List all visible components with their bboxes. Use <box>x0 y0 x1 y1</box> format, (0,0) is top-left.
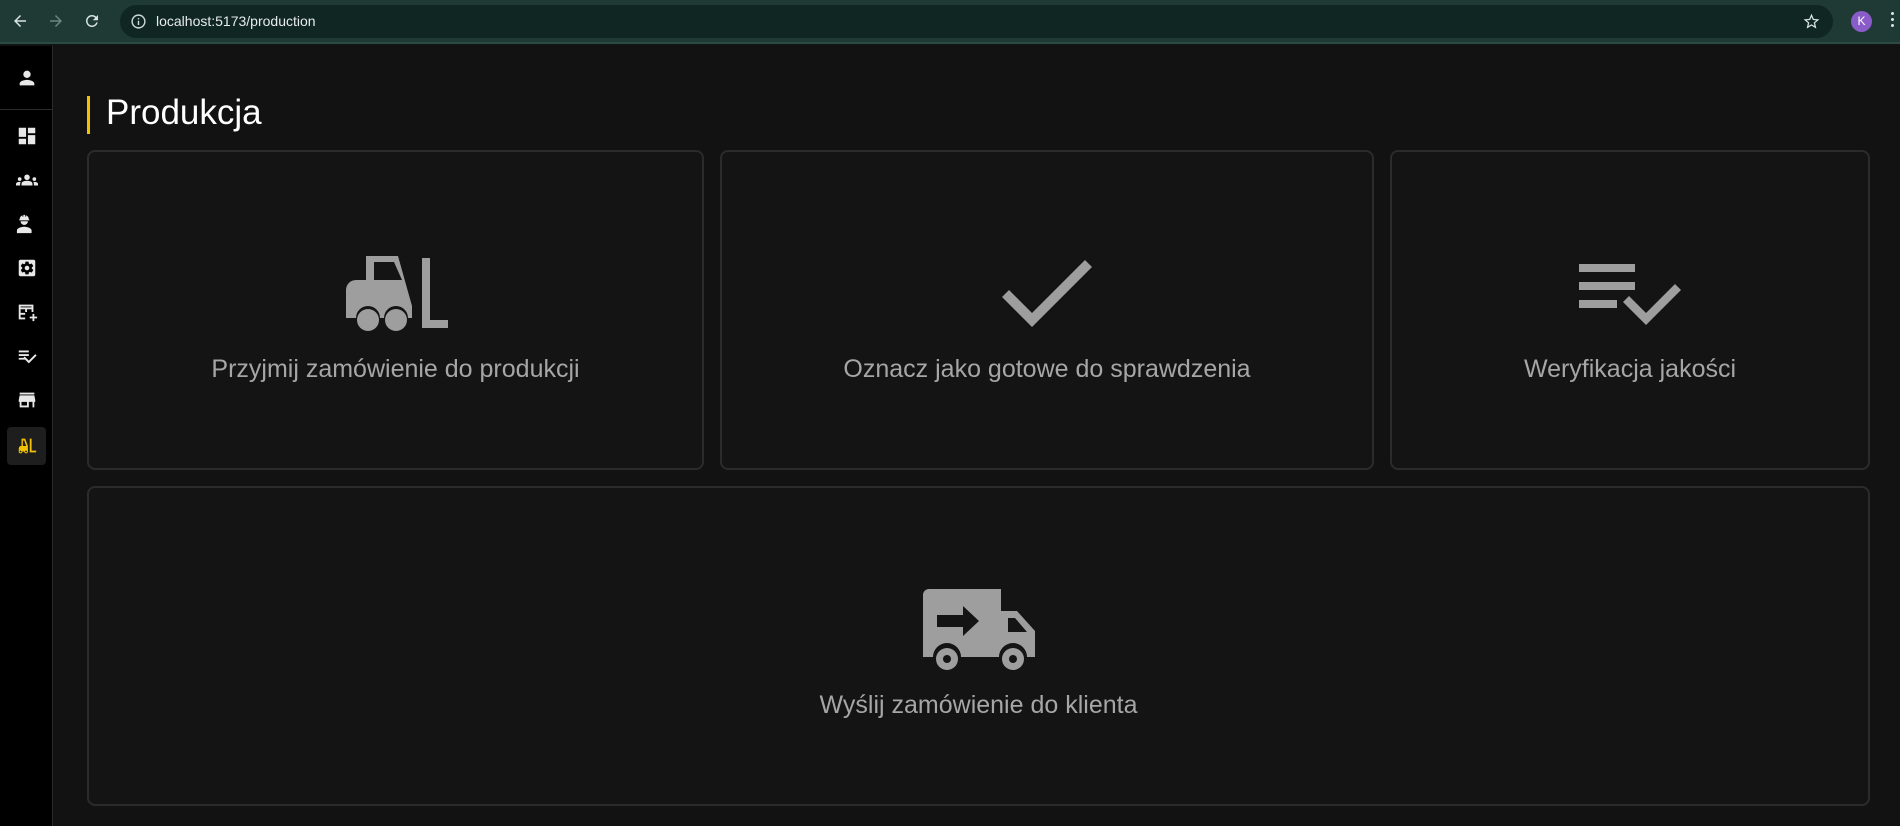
quality-verification-label: Weryfikacja jakości <box>1523 355 1737 383</box>
sidebar-item-store[interactable] <box>7 381 46 419</box>
bookmark-star-icon[interactable] <box>1802 12 1821 31</box>
groups-icon <box>15 174 38 186</box>
store-icon <box>18 392 35 408</box>
accept-order-label: Przyjmij zamówienie do produkcji <box>211 355 580 383</box>
quality-verification-card[interactable]: Weryfikacja jakości <box>1390 150 1870 470</box>
forklift-icon <box>344 254 448 334</box>
sidebar-item-production[interactable] <box>7 427 46 465</box>
arrow-right-icon <box>50 15 62 27</box>
sidebar-item-checklist[interactable] <box>7 337 46 375</box>
sidebar-item-employees[interactable] <box>7 205 46 243</box>
engineer-icon <box>16 214 32 234</box>
arrow-left-icon <box>14 15 26 27</box>
sidebar-item-dashboard[interactable] <box>7 117 46 155</box>
checklist-icon <box>18 350 37 364</box>
url-text: localhost:5173/production <box>156 13 316 29</box>
table-add-icon <box>18 304 37 322</box>
page-title: Produkcja <box>106 93 262 132</box>
sidebar-item-account[interactable] <box>7 59 46 97</box>
sidebar-item-customers[interactable] <box>7 161 46 199</box>
sidebar-item-settings[interactable] <box>7 249 46 287</box>
truck-arrow-icon <box>922 589 1035 671</box>
page-title-accent <box>87 96 90 134</box>
forward-button[interactable] <box>45 10 67 32</box>
sidebar-item-table-add[interactable] <box>7 293 46 331</box>
reload-button[interactable] <box>81 10 103 32</box>
back-button[interactable] <box>9 10 31 32</box>
sidebar-divider <box>0 109 53 110</box>
ship-order-card[interactable]: Wyślij zamówienie do klienta <box>87 486 1870 806</box>
profile-avatar[interactable]: K <box>1851 11 1872 32</box>
checklist-icon <box>1579 262 1681 332</box>
mark-ready-card[interactable]: Oznacz jako gotowe do sprawdzenia <box>720 150 1374 470</box>
accept-order-card[interactable]: Przyjmij zamówienie do produkcji <box>87 150 704 470</box>
browser-menu-icon[interactable] <box>1890 12 1896 32</box>
settings-box-icon <box>18 259 35 277</box>
site-info-icon[interactable] <box>130 13 147 30</box>
sidebar <box>0 46 53 826</box>
dashboard-icon <box>18 127 35 145</box>
address-bar[interactable]: localhost:5173/production <box>120 5 1833 38</box>
check-icon <box>1002 260 1092 330</box>
mark-ready-label: Oznacz jako gotowe do sprawdzenia <box>843 355 1251 383</box>
ship-order-label: Wyślij zamówienie do klienta <box>819 691 1138 719</box>
forklift-icon <box>18 438 36 454</box>
person-icon <box>19 70 34 86</box>
reload-icon <box>85 14 98 27</box>
browser-toolbar: localhost:5173/production K <box>0 0 1900 44</box>
